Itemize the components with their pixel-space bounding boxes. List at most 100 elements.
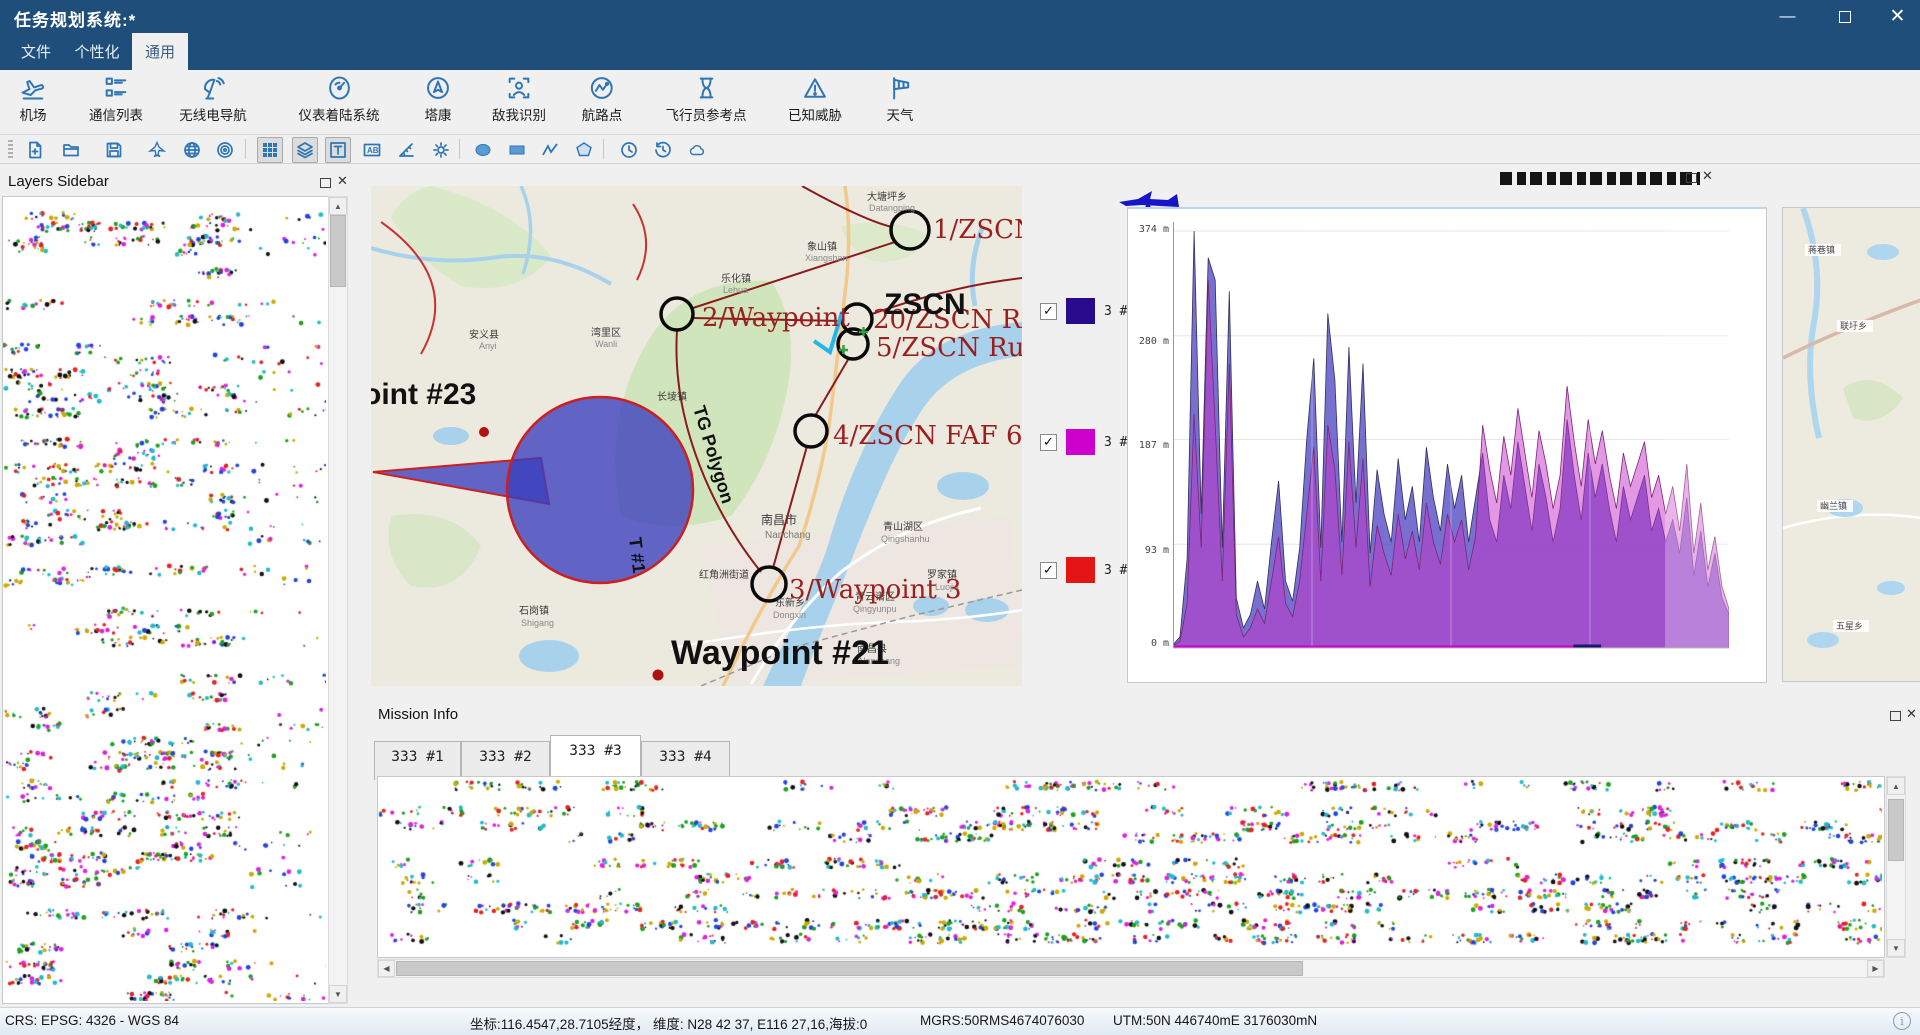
scroll-down-icon[interactable]: ▼ [1887, 939, 1905, 957]
poi-dot [479, 427, 489, 437]
float-panel-icon[interactable] [320, 178, 331, 188]
menu-tab-file[interactable]: 文件 [10, 33, 62, 70]
maximize-icon [1839, 11, 1851, 23]
history-icon[interactable] [650, 137, 676, 163]
legend-row-1: ✓ 3 #1 [1040, 298, 1135, 324]
utm-status: UTM:50N 446740mE 3176030mN [1113, 1013, 1317, 1028]
ribbon-item-airport[interactable]: 机场 [19, 74, 47, 124]
svg-text:Qingshanhu: Qingshanhu [881, 534, 930, 544]
scroll-right-icon[interactable]: ▶ [1867, 960, 1884, 977]
maximize-button[interactable] [1822, 0, 1867, 33]
svg-text:蒋巷镇: 蒋巷镇 [1808, 244, 1835, 255]
legend-checkbox-1[interactable]: ✓ [1040, 303, 1057, 320]
radio-nav-icon [199, 74, 227, 102]
scrollbar-thumb[interactable] [396, 961, 1303, 976]
known-threat-icon [801, 74, 829, 102]
ribbon-item-ils[interactable]: 仪表着陆系统 [299, 74, 380, 124]
ellipse-icon[interactable] [470, 137, 496, 163]
legend-checkbox-3[interactable]: ✓ [1040, 562, 1057, 579]
svg-text:2/Waypoint: 2/Waypoint [702, 303, 850, 333]
ribbon-item-comm-list[interactable]: 通信列表 [89, 74, 143, 124]
mission-tab-333-1[interactable]: 333 #1 [374, 741, 461, 780]
ribbon-item-route-point[interactable]: 航路点 [582, 74, 623, 124]
legend-row-3: ✓ 3 #3 [1040, 557, 1135, 583]
waypoint-marker-4[interactable] [795, 415, 827, 447]
mission-vertical-scrollbar[interactable]: ▲ ▼ [1886, 776, 1906, 958]
elevation-profile-chart [1173, 222, 1729, 652]
menu-tab-personalize[interactable]: 个性化 [64, 33, 130, 70]
info-icon[interactable]: i [1893, 1012, 1911, 1030]
menu-tab-general[interactable]: 通用 [132, 33, 188, 70]
minimize-button[interactable]: — [1765, 0, 1810, 33]
polygon-icon[interactable] [571, 137, 597, 163]
open-folder-icon[interactable] [58, 137, 84, 163]
save-icon[interactable] [101, 137, 127, 163]
label-ab-icon[interactable]: AB [359, 137, 385, 163]
grid-icon[interactable] [257, 137, 283, 163]
close-panel-icon[interactable]: ✕ [1702, 171, 1713, 181]
crs-status: CRS: EPSG: 4326 - WGS 84 [5, 1013, 179, 1028]
svg-text:湾里区: 湾里区 [591, 326, 621, 339]
scrollbar-thumb[interactable] [1888, 799, 1904, 861]
ribbon-item-weather[interactable]: 天气 [886, 74, 914, 124]
text-icon[interactable] [325, 137, 351, 163]
scroll-down-icon[interactable]: ▼ [329, 985, 347, 1003]
clock-icon[interactable] [616, 137, 642, 163]
aircraft-icon[interactable] [144, 137, 170, 163]
svg-text:南昌市: 南昌市 [761, 512, 797, 527]
elevation-chart-panel[interactable]: 374 m 280 m 187 m 93 m 0 m [1127, 207, 1767, 683]
mission-tab-333-4[interactable]: 333 #4 [641, 741, 730, 780]
toolbar-grip[interactable] [8, 140, 13, 158]
new-file-icon[interactable] [22, 137, 48, 163]
scroll-left-icon[interactable]: ◀ [378, 960, 395, 977]
mission-tab-333-2[interactable]: 333 #2 [461, 741, 550, 780]
series3-swatch [1066, 557, 1095, 583]
pilot-ref-icon [692, 74, 720, 102]
menu-bar: 文件 个性化 通用 [0, 33, 1920, 70]
settings-icon[interactable] [428, 137, 454, 163]
svg-text:ZSCN: ZSCN [884, 288, 966, 321]
svg-text:联圩乡: 联圩乡 [1840, 320, 1867, 331]
ribbon-item-pilot-ref[interactable]: 飞行员参考点 [666, 74, 747, 124]
ytick-374: 374 m [1129, 224, 1169, 235]
rectangle-icon[interactable] [504, 137, 530, 163]
toolbar-separator [245, 139, 246, 159]
tg-polygon-circle[interactable] [507, 397, 693, 583]
ytick-93: 93 m [1129, 545, 1169, 556]
ribbon-item-known-threat[interactable]: 已知威胁 [788, 74, 842, 124]
measure-icon[interactable] [393, 137, 419, 163]
layers-sidebar-content[interactable] [2, 196, 329, 1004]
layers-icon[interactable] [292, 137, 318, 163]
float-panel-icon[interactable] [1686, 173, 1697, 183]
globe-icon[interactable] [179, 137, 205, 163]
float-panel-icon[interactable] [1890, 711, 1901, 721]
mission-horizontal-scrollbar[interactable]: ◀ ▶ [377, 959, 1885, 978]
map-canvas: 大塘坪乡Datangping 象山镇Xiangshan 乐化镇Lehua 安义县… [371, 186, 1022, 686]
mission-info-title: Mission Info [378, 706, 458, 723]
mission-map[interactable]: 大塘坪乡Datangping 象山镇Xiangshan 乐化镇Lehua 安义县… [371, 186, 1022, 686]
svg-text:象山镇: 象山镇 [807, 240, 837, 253]
ribbon-item-tacan[interactable]: 塔康 [424, 74, 452, 124]
svg-text:Nanchang: Nanchang [765, 530, 811, 541]
close-panel-icon[interactable]: ✕ [337, 176, 348, 186]
ribbon-item-iff[interactable]: 敌我识别 [492, 74, 546, 124]
range-ring-arc [633, 204, 646, 280]
svg-text:Waypoint #21: Waypoint #21 [671, 634, 889, 672]
polyline-icon[interactable] [537, 137, 563, 163]
overview-minimap[interactable]: 蒋巷镇 联圩乡 幽兰镇 五星乡 [1782, 207, 1920, 682]
close-button[interactable]: ✕ [1875, 0, 1920, 33]
ribbon-item-radio-nav[interactable]: 无线电导航 [179, 74, 247, 124]
cloud-icon[interactable] [684, 137, 710, 163]
ils-icon [325, 74, 353, 102]
target-icon[interactable] [212, 137, 238, 163]
legend-checkbox-2[interactable]: ✓ [1040, 434, 1057, 451]
layers-sidebar-panel: Layers Sidebar ✕ ▲ ▼ [0, 168, 352, 1003]
svg-text:Anyi: Anyi [479, 341, 497, 351]
layers-scrollbar[interactable]: ▲ ▼ [328, 196, 348, 1004]
scrollbar-thumb[interactable] [330, 215, 346, 287]
close-panel-icon[interactable]: ✕ [1906, 709, 1917, 719]
scroll-up-icon[interactable]: ▲ [1887, 777, 1905, 795]
mission-table-content[interactable] [377, 776, 1885, 958]
svg-text:红角洲街道: 红角洲街道 [699, 568, 749, 581]
scroll-up-icon[interactable]: ▲ [329, 197, 347, 215]
